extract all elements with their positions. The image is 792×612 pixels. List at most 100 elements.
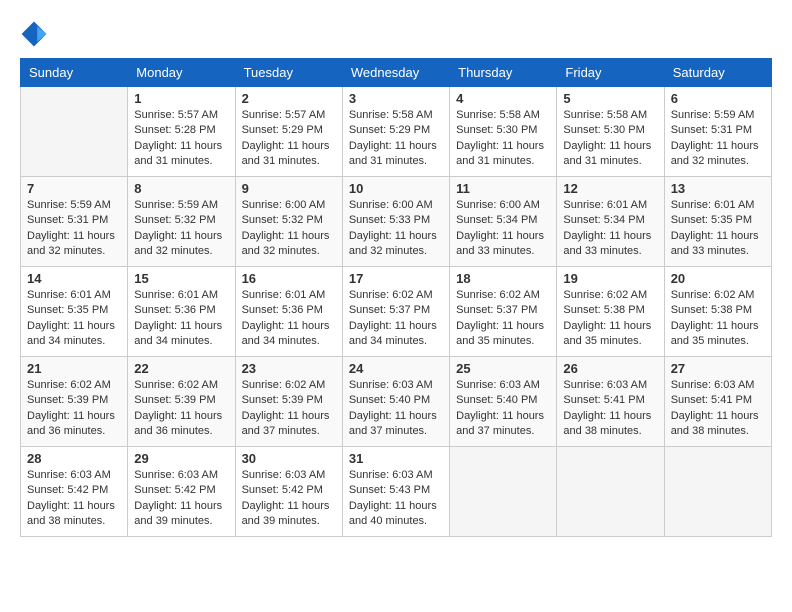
- daylight-label: Daylight: 11 hours and 34 minutes.: [242, 320, 330, 347]
- sunset-label: Sunset: 5:37 PM: [456, 304, 537, 316]
- sunset-label: Sunset: 5:34 PM: [456, 214, 537, 226]
- day-number: 4: [456, 91, 550, 106]
- calendar-day-cell: 6 Sunrise: 5:59 AM Sunset: 5:31 PM Dayli…: [664, 87, 771, 177]
- daylight-label: Daylight: 11 hours and 36 minutes.: [134, 410, 222, 437]
- sunset-label: Sunset: 5:35 PM: [671, 214, 752, 226]
- weekday-header: Tuesday: [235, 59, 342, 87]
- day-info: Sunrise: 5:59 AM Sunset: 5:32 PM Dayligh…: [134, 198, 228, 260]
- calendar-week-row: 21 Sunrise: 6:02 AM Sunset: 5:39 PM Dayl…: [21, 357, 772, 447]
- calendar-day-cell: [664, 447, 771, 537]
- day-number: 16: [242, 271, 336, 286]
- daylight-label: Daylight: 11 hours and 32 minutes.: [349, 230, 437, 257]
- calendar-table: SundayMondayTuesdayWednesdayThursdayFrid…: [20, 58, 772, 537]
- calendar-day-cell: 9 Sunrise: 6:00 AM Sunset: 5:32 PM Dayli…: [235, 177, 342, 267]
- daylight-label: Daylight: 11 hours and 38 minutes.: [27, 500, 115, 527]
- day-number: 11: [456, 181, 550, 196]
- day-number: 30: [242, 451, 336, 466]
- day-number: 23: [242, 361, 336, 376]
- sunrise-label: Sunrise: 6:02 AM: [456, 289, 540, 301]
- calendar-day-cell: 10 Sunrise: 6:00 AM Sunset: 5:33 PM Dayl…: [342, 177, 449, 267]
- day-number: 14: [27, 271, 121, 286]
- sunset-label: Sunset: 5:41 PM: [563, 394, 644, 406]
- weekday-header: Wednesday: [342, 59, 449, 87]
- daylight-label: Daylight: 11 hours and 31 minutes.: [134, 140, 222, 167]
- day-number: 18: [456, 271, 550, 286]
- sunrise-label: Sunrise: 5:57 AM: [134, 109, 218, 121]
- day-info: Sunrise: 5:58 AM Sunset: 5:30 PM Dayligh…: [456, 108, 550, 170]
- sunset-label: Sunset: 5:39 PM: [134, 394, 215, 406]
- sunset-label: Sunset: 5:38 PM: [671, 304, 752, 316]
- day-info: Sunrise: 5:59 AM Sunset: 5:31 PM Dayligh…: [671, 108, 765, 170]
- daylight-label: Daylight: 11 hours and 32 minutes.: [27, 230, 115, 257]
- sunrise-label: Sunrise: 6:00 AM: [349, 199, 433, 211]
- calendar-week-row: 28 Sunrise: 6:03 AM Sunset: 5:42 PM Dayl…: [21, 447, 772, 537]
- daylight-label: Daylight: 11 hours and 35 minutes.: [671, 320, 759, 347]
- day-info: Sunrise: 6:03 AM Sunset: 5:42 PM Dayligh…: [134, 468, 228, 530]
- sunrise-label: Sunrise: 6:02 AM: [563, 289, 647, 301]
- calendar-day-cell: 31 Sunrise: 6:03 AM Sunset: 5:43 PM Dayl…: [342, 447, 449, 537]
- sunrise-label: Sunrise: 6:03 AM: [349, 379, 433, 391]
- sunset-label: Sunset: 5:42 PM: [242, 484, 323, 496]
- sunrise-label: Sunrise: 6:01 AM: [671, 199, 755, 211]
- daylight-label: Daylight: 11 hours and 32 minutes.: [242, 230, 330, 257]
- calendar-day-cell: 24 Sunrise: 6:03 AM Sunset: 5:40 PM Dayl…: [342, 357, 449, 447]
- calendar-day-cell: 5 Sunrise: 5:58 AM Sunset: 5:30 PM Dayli…: [557, 87, 664, 177]
- calendar-day-cell: 8 Sunrise: 5:59 AM Sunset: 5:32 PM Dayli…: [128, 177, 235, 267]
- sunrise-label: Sunrise: 6:02 AM: [671, 289, 755, 301]
- calendar-day-cell: 30 Sunrise: 6:03 AM Sunset: 5:42 PM Dayl…: [235, 447, 342, 537]
- sunrise-label: Sunrise: 6:02 AM: [349, 289, 433, 301]
- calendar-day-cell: [557, 447, 664, 537]
- sunrise-label: Sunrise: 6:03 AM: [349, 469, 433, 481]
- day-number: 9: [242, 181, 336, 196]
- sunrise-label: Sunrise: 5:59 AM: [27, 199, 111, 211]
- sunset-label: Sunset: 5:43 PM: [349, 484, 430, 496]
- calendar-day-cell: 13 Sunrise: 6:01 AM Sunset: 5:35 PM Dayl…: [664, 177, 771, 267]
- sunrise-label: Sunrise: 5:58 AM: [563, 109, 647, 121]
- daylight-label: Daylight: 11 hours and 31 minutes.: [242, 140, 330, 167]
- calendar-week-row: 7 Sunrise: 5:59 AM Sunset: 5:31 PM Dayli…: [21, 177, 772, 267]
- day-number: 26: [563, 361, 657, 376]
- day-info: Sunrise: 6:02 AM Sunset: 5:39 PM Dayligh…: [134, 378, 228, 440]
- sunrise-label: Sunrise: 6:03 AM: [456, 379, 540, 391]
- sunrise-label: Sunrise: 6:03 AM: [27, 469, 111, 481]
- daylight-label: Daylight: 11 hours and 32 minutes.: [134, 230, 222, 257]
- calendar-day-cell: 19 Sunrise: 6:02 AM Sunset: 5:38 PM Dayl…: [557, 267, 664, 357]
- sunrise-label: Sunrise: 6:01 AM: [27, 289, 111, 301]
- calendar-day-cell: 21 Sunrise: 6:02 AM Sunset: 5:39 PM Dayl…: [21, 357, 128, 447]
- daylight-label: Daylight: 11 hours and 33 minutes.: [563, 230, 651, 257]
- daylight-label: Daylight: 11 hours and 40 minutes.: [349, 500, 437, 527]
- sunrise-label: Sunrise: 5:58 AM: [349, 109, 433, 121]
- calendar-day-cell: 20 Sunrise: 6:02 AM Sunset: 5:38 PM Dayl…: [664, 267, 771, 357]
- day-number: 29: [134, 451, 228, 466]
- day-info: Sunrise: 6:01 AM Sunset: 5:36 PM Dayligh…: [134, 288, 228, 350]
- sunset-label: Sunset: 5:30 PM: [456, 124, 537, 136]
- day-number: 21: [27, 361, 121, 376]
- day-info: Sunrise: 6:02 AM Sunset: 5:37 PM Dayligh…: [349, 288, 443, 350]
- sunset-label: Sunset: 5:39 PM: [242, 394, 323, 406]
- day-info: Sunrise: 6:02 AM Sunset: 5:39 PM Dayligh…: [27, 378, 121, 440]
- daylight-label: Daylight: 11 hours and 39 minutes.: [134, 500, 222, 527]
- sunset-label: Sunset: 5:33 PM: [349, 214, 430, 226]
- day-info: Sunrise: 6:03 AM Sunset: 5:42 PM Dayligh…: [27, 468, 121, 530]
- calendar-day-cell: 23 Sunrise: 6:02 AM Sunset: 5:39 PM Dayl…: [235, 357, 342, 447]
- calendar-day-cell: 7 Sunrise: 5:59 AM Sunset: 5:31 PM Dayli…: [21, 177, 128, 267]
- day-number: 17: [349, 271, 443, 286]
- sunset-label: Sunset: 5:40 PM: [456, 394, 537, 406]
- weekday-header: Thursday: [450, 59, 557, 87]
- calendar-day-cell: 22 Sunrise: 6:02 AM Sunset: 5:39 PM Dayl…: [128, 357, 235, 447]
- sunset-label: Sunset: 5:40 PM: [349, 394, 430, 406]
- daylight-label: Daylight: 11 hours and 37 minutes.: [242, 410, 330, 437]
- calendar-day-cell: 17 Sunrise: 6:02 AM Sunset: 5:37 PM Dayl…: [342, 267, 449, 357]
- calendar-day-cell: 15 Sunrise: 6:01 AM Sunset: 5:36 PM Dayl…: [128, 267, 235, 357]
- day-info: Sunrise: 6:01 AM Sunset: 5:35 PM Dayligh…: [671, 198, 765, 260]
- sunset-label: Sunset: 5:42 PM: [27, 484, 108, 496]
- daylight-label: Daylight: 11 hours and 31 minutes.: [349, 140, 437, 167]
- weekday-header: Friday: [557, 59, 664, 87]
- daylight-label: Daylight: 11 hours and 35 minutes.: [563, 320, 651, 347]
- day-number: 20: [671, 271, 765, 286]
- sunset-label: Sunset: 5:36 PM: [242, 304, 323, 316]
- day-number: 27: [671, 361, 765, 376]
- sunrise-label: Sunrise: 6:03 AM: [134, 469, 218, 481]
- calendar-week-row: 1 Sunrise: 5:57 AM Sunset: 5:28 PM Dayli…: [21, 87, 772, 177]
- day-number: 13: [671, 181, 765, 196]
